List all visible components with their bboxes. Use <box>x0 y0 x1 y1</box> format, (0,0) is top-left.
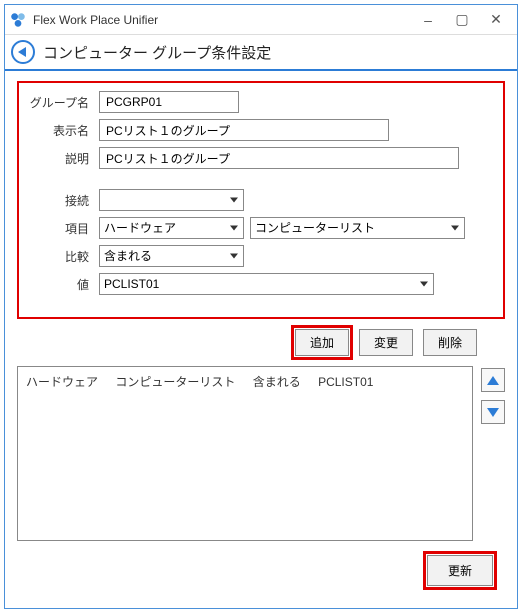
arrow-down-icon <box>487 408 499 417</box>
back-arrow-icon <box>18 47 26 57</box>
back-button[interactable] <box>11 40 35 64</box>
list-cell: 含まれる <box>253 375 301 389</box>
app-window: Flex Work Place Unifier – ▢ ✕ コンピューター グル… <box>4 4 518 609</box>
maximize-button[interactable]: ▢ <box>445 6 479 34</box>
window-title: Flex Work Place Unifier <box>33 13 411 27</box>
conditions-listbox[interactable]: ハードウェア コンピューターリスト 含まれる PCLIST01 <box>17 366 473 541</box>
change-button[interactable]: 変更 <box>359 329 413 356</box>
close-button[interactable]: ✕ <box>479 6 513 34</box>
window-controls: – ▢ ✕ <box>411 6 513 34</box>
list-cell: ハードウェア <box>26 375 98 389</box>
reorder-controls <box>481 368 505 541</box>
move-down-button[interactable] <box>481 400 505 424</box>
condition-buttons: 追加 変更 削除 <box>17 329 477 356</box>
add-button[interactable]: 追加 <box>295 329 349 356</box>
label-connection: 接続 <box>29 192 99 209</box>
label-compare: 比較 <box>29 248 99 265</box>
page-title: コンピューター グループ条件設定 <box>43 42 271 63</box>
minimize-button[interactable]: – <box>411 6 445 34</box>
footer-buttons: 更新 <box>17 555 493 586</box>
label-value: 値 <box>29 276 99 293</box>
content-area: グループ名 表示名 説明 接続 項目 ハードウェア コンピューターリスト <box>5 71 517 608</box>
label-description: 説明 <box>29 150 99 167</box>
label-group-name: グループ名 <box>29 94 99 111</box>
item-field-select[interactable]: コンピューターリスト <box>250 217 465 239</box>
list-cell: コンピューターリスト <box>115 375 235 389</box>
value-select[interactable]: PCLIST01 <box>99 273 434 295</box>
list-cell: PCLIST01 <box>318 375 373 389</box>
display-name-input[interactable] <box>99 119 389 141</box>
titlebar: Flex Work Place Unifier – ▢ ✕ <box>5 5 517 35</box>
condition-form: グループ名 表示名 説明 接続 項目 ハードウェア コンピューターリスト <box>17 81 505 319</box>
subheader: コンピューター グループ条件設定 <box>5 35 517 71</box>
label-display-name: 表示名 <box>29 122 99 139</box>
move-up-button[interactable] <box>481 368 505 392</box>
app-icon <box>9 11 27 29</box>
label-item: 項目 <box>29 220 99 237</box>
update-button[interactable]: 更新 <box>427 555 493 586</box>
group-name-input[interactable] <box>99 91 239 113</box>
delete-button[interactable]: 削除 <box>423 329 477 356</box>
conditions-list-area: ハードウェア コンピューターリスト 含まれる PCLIST01 <box>17 366 505 541</box>
item-category-select[interactable]: ハードウェア <box>99 217 244 239</box>
description-input[interactable] <box>99 147 459 169</box>
connection-select[interactable] <box>99 189 244 211</box>
arrow-up-icon <box>487 376 499 385</box>
list-item[interactable]: ハードウェア コンピューターリスト 含まれる PCLIST01 <box>26 373 464 390</box>
compare-select[interactable]: 含まれる <box>99 245 244 267</box>
